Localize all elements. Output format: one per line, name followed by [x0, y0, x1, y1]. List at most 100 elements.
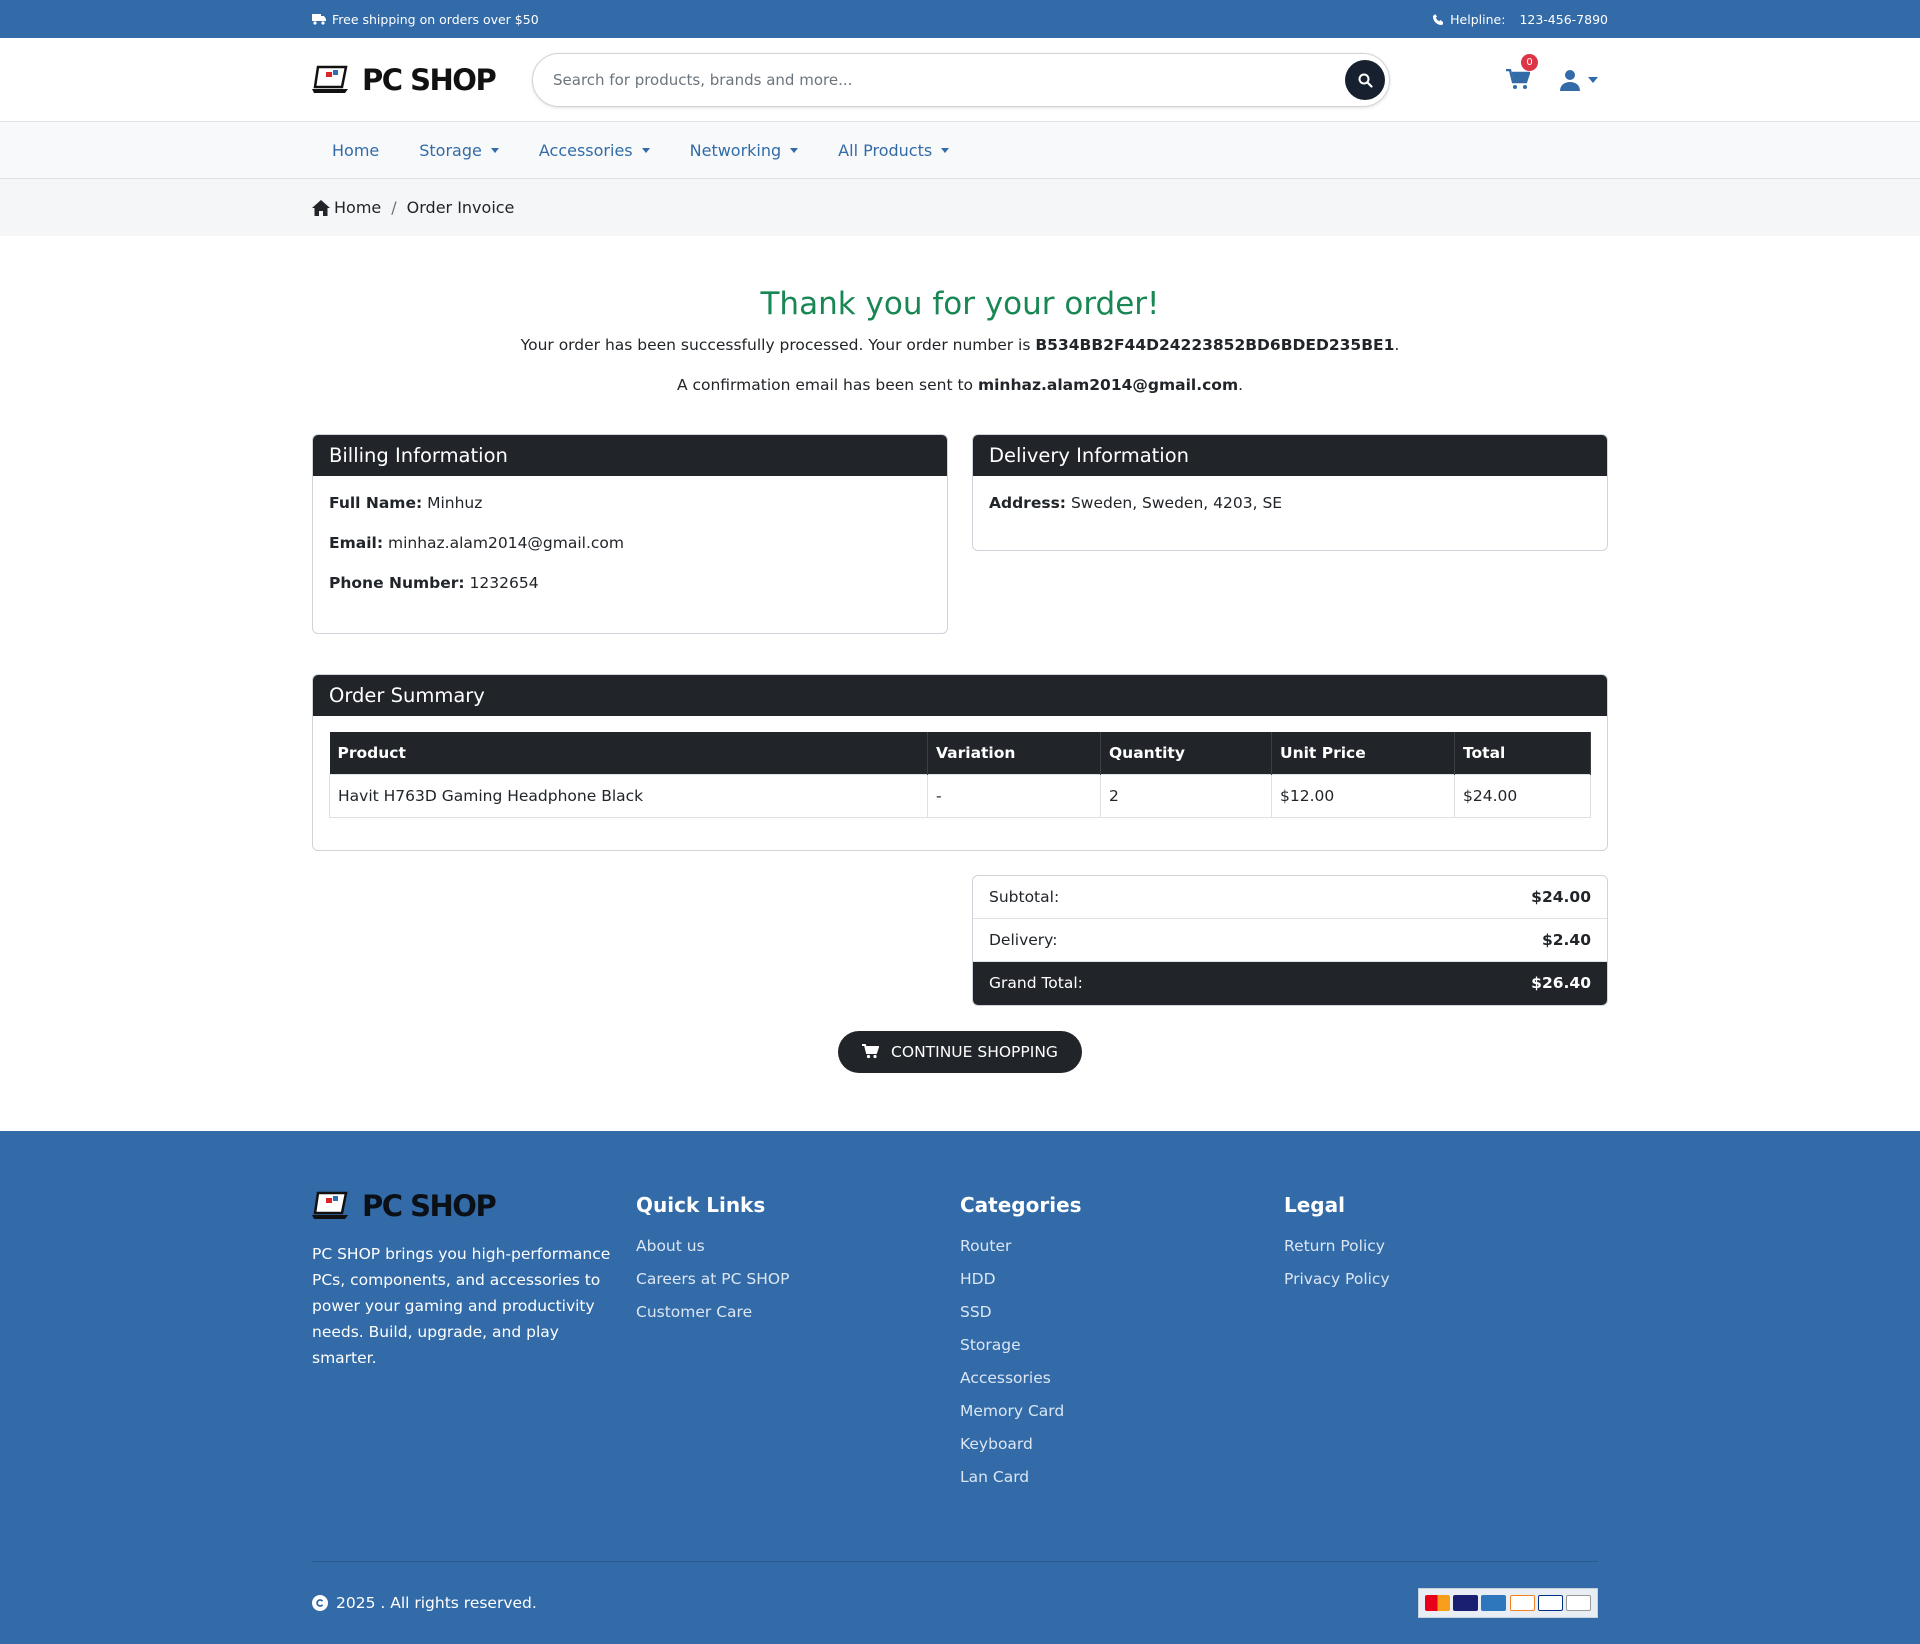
nav-item-accessories[interactable]: Accessories	[519, 141, 670, 160]
cell-total: $24.00	[1454, 773, 1591, 818]
nav-label: Home	[332, 140, 380, 160]
footer-legal: Legal Return Policy Privacy Policy	[1284, 1189, 1608, 1501]
column-header-total: Total	[1454, 732, 1591, 774]
grand-total-value: $26.40	[1531, 974, 1591, 992]
chevron-down-icon	[941, 147, 950, 153]
delivery-address: Address: Sweden, Sweden, 4203, SE	[989, 494, 1591, 512]
totals-card: Subtotal: $24.00 Delivery: $2.40 Grand Tot…	[972, 874, 1608, 1006]
footer-link-hdd[interactable]: HDD	[960, 1270, 1284, 1288]
footer-link-accessories[interactable]: Accessories	[960, 1369, 1284, 1387]
breadcrumb: Home / Order Invoice	[0, 179, 1920, 236]
laptop-logo-icon	[312, 1191, 348, 1219]
helpline-label: Helpline:	[1450, 11, 1506, 27]
footer-link-ssd[interactable]: SSD	[960, 1303, 1284, 1321]
order-number: B534BB2F44D24223852BD6BDED235BE1	[1035, 336, 1395, 354]
footer-link-return-policy[interactable]: Return Policy	[1284, 1237, 1608, 1255]
billing-email: Email: minhaz.alam2014@gmail.com	[329, 534, 931, 552]
user-menu[interactable]	[1560, 69, 1598, 91]
delivery-label: Delivery:	[989, 930, 1058, 949]
footer-about-text: PC SHOP brings you high-performance PCs,…	[312, 1245, 611, 1367]
order-number-message: Your order has been successfully process…	[312, 336, 1608, 354]
visa-icon	[1452, 1595, 1478, 1611]
shipping-text: Free shipping on orders over $50	[332, 11, 539, 27]
phone-icon	[1433, 13, 1444, 25]
delivery-row: Delivery: $2.40	[973, 919, 1607, 962]
order-items-table: Product Variation Quantity Unit Price To…	[329, 732, 1591, 818]
breadcrumb-home[interactable]: Home	[312, 198, 381, 217]
main-nav: Home Storage Accessories Networking All …	[0, 122, 1920, 179]
helpline: Helpline: 123-456-7890	[1433, 12, 1608, 27]
cell-unit-price: $12.00	[1271, 773, 1455, 818]
footer-link-lan-card[interactable]: Lan Card	[960, 1468, 1284, 1486]
subtotal-value: $24.00	[1531, 887, 1591, 906]
paypal-icon	[1537, 1595, 1563, 1611]
mastercard-icon	[1424, 1595, 1450, 1611]
amex-icon	[1481, 1595, 1507, 1611]
phone-label: Phone Number:	[329, 574, 465, 592]
footer-link-about-us[interactable]: About us	[636, 1237, 960, 1255]
chevron-down-icon	[490, 147, 499, 153]
cell-quantity: 2	[1100, 773, 1272, 818]
delivery-title: Delivery Information	[973, 435, 1607, 476]
logo[interactable]: PC SHOP	[312, 63, 532, 97]
footer-link-keyboard[interactable]: Keyboard	[960, 1435, 1284, 1453]
search-bar	[532, 53, 1390, 107]
apple-pay-icon	[1566, 1595, 1592, 1611]
logo-text: PC SHOP	[362, 63, 497, 97]
footer-categories: Categories Router HDD SSD Storage Access…	[960, 1189, 1284, 1501]
quick-links-heading: Quick Links	[636, 1193, 766, 1217]
column-header-quantity: Quantity	[1100, 732, 1272, 774]
footer-quick-links: Quick Links About us Careers at PC SHOP …	[636, 1189, 960, 1501]
footer-link-memory-card[interactable]: Memory Card	[960, 1402, 1284, 1420]
address-value: Sweden, Sweden, 4203, SE	[1070, 494, 1283, 512]
nav-label: Accessories	[538, 140, 633, 160]
footer-link-careers[interactable]: Careers at PC SHOP	[636, 1270, 960, 1288]
search-button[interactable]	[1345, 60, 1385, 100]
billing-card: Billing Information Full Name: Minhuz Em…	[312, 434, 948, 634]
chevron-down-icon	[641, 147, 650, 153]
categories-heading: Categories	[960, 1193, 1082, 1217]
email-label: Email:	[329, 534, 384, 552]
page-title: Thank you for your order!	[760, 286, 1160, 322]
phone-value: 1232654	[469, 574, 539, 592]
billing-full-name: Full Name: Minhuz	[329, 494, 931, 512]
chevron-down-icon	[790, 147, 799, 153]
cart-icon	[1506, 69, 1530, 89]
period: .	[1394, 336, 1400, 354]
footer-logo[interactable]: PC SHOP	[312, 1189, 636, 1223]
footer-link-customer-care[interactable]: Customer Care	[636, 1303, 960, 1321]
cell-product: Havit H763D Gaming Headphone Black	[329, 773, 928, 818]
nav-label: All Products	[838, 140, 933, 160]
nav-item-home[interactable]: Home	[312, 141, 399, 160]
site-header: PC SHOP 0	[0, 38, 1920, 122]
footer-logo-text: PC SHOP	[362, 1189, 497, 1223]
order-summary-title: Order Summary	[313, 675, 1607, 716]
footer-link-privacy-policy[interactable]: Privacy Policy	[1284, 1270, 1608, 1288]
cart-icon	[862, 1044, 880, 1059]
helpline-number[interactable]: 123-456-7890	[1519, 12, 1608, 27]
email-message-text: A confirmation email has been sent to	[676, 376, 978, 394]
nav-item-all-products[interactable]: All Products	[818, 141, 969, 160]
footer-link-storage[interactable]: Storage	[960, 1336, 1284, 1354]
payment-methods-icon	[1418, 1588, 1598, 1618]
copyright-text: 2025 . All rights reserved.	[336, 1594, 537, 1612]
continue-shopping-button[interactable]: CONTINUE SHOPPING	[838, 1030, 1082, 1073]
copyright: 2025 . All rights reserved.	[312, 1594, 537, 1612]
cart-count-badge: 0	[1521, 54, 1538, 71]
table-header-row: Product Variation Quantity Unit Price To…	[329, 732, 1591, 774]
column-header-product: Product	[329, 732, 928, 774]
full-name-value: Minhuz	[427, 494, 483, 512]
delivery-value: $2.40	[1541, 930, 1591, 949]
nav-item-storage[interactable]: Storage	[399, 141, 519, 160]
cart-button[interactable]: 0	[1504, 54, 1538, 94]
breadcrumb-separator: /	[391, 198, 397, 217]
continue-shopping-label: CONTINUE SHOPPING	[891, 1042, 1058, 1061]
billing-phone: Phone Number: 1232654	[329, 574, 931, 592]
address-label: Address:	[989, 494, 1066, 512]
search-input[interactable]	[553, 71, 1345, 89]
nav-item-networking[interactable]: Networking	[670, 141, 819, 160]
footer-link-router[interactable]: Router	[960, 1237, 1284, 1255]
search-icon	[1358, 73, 1373, 88]
order-message-text: Your order has been successfully process…	[520, 336, 1036, 354]
confirmation-email: minhaz.alam2014@gmail.com	[977, 376, 1239, 394]
